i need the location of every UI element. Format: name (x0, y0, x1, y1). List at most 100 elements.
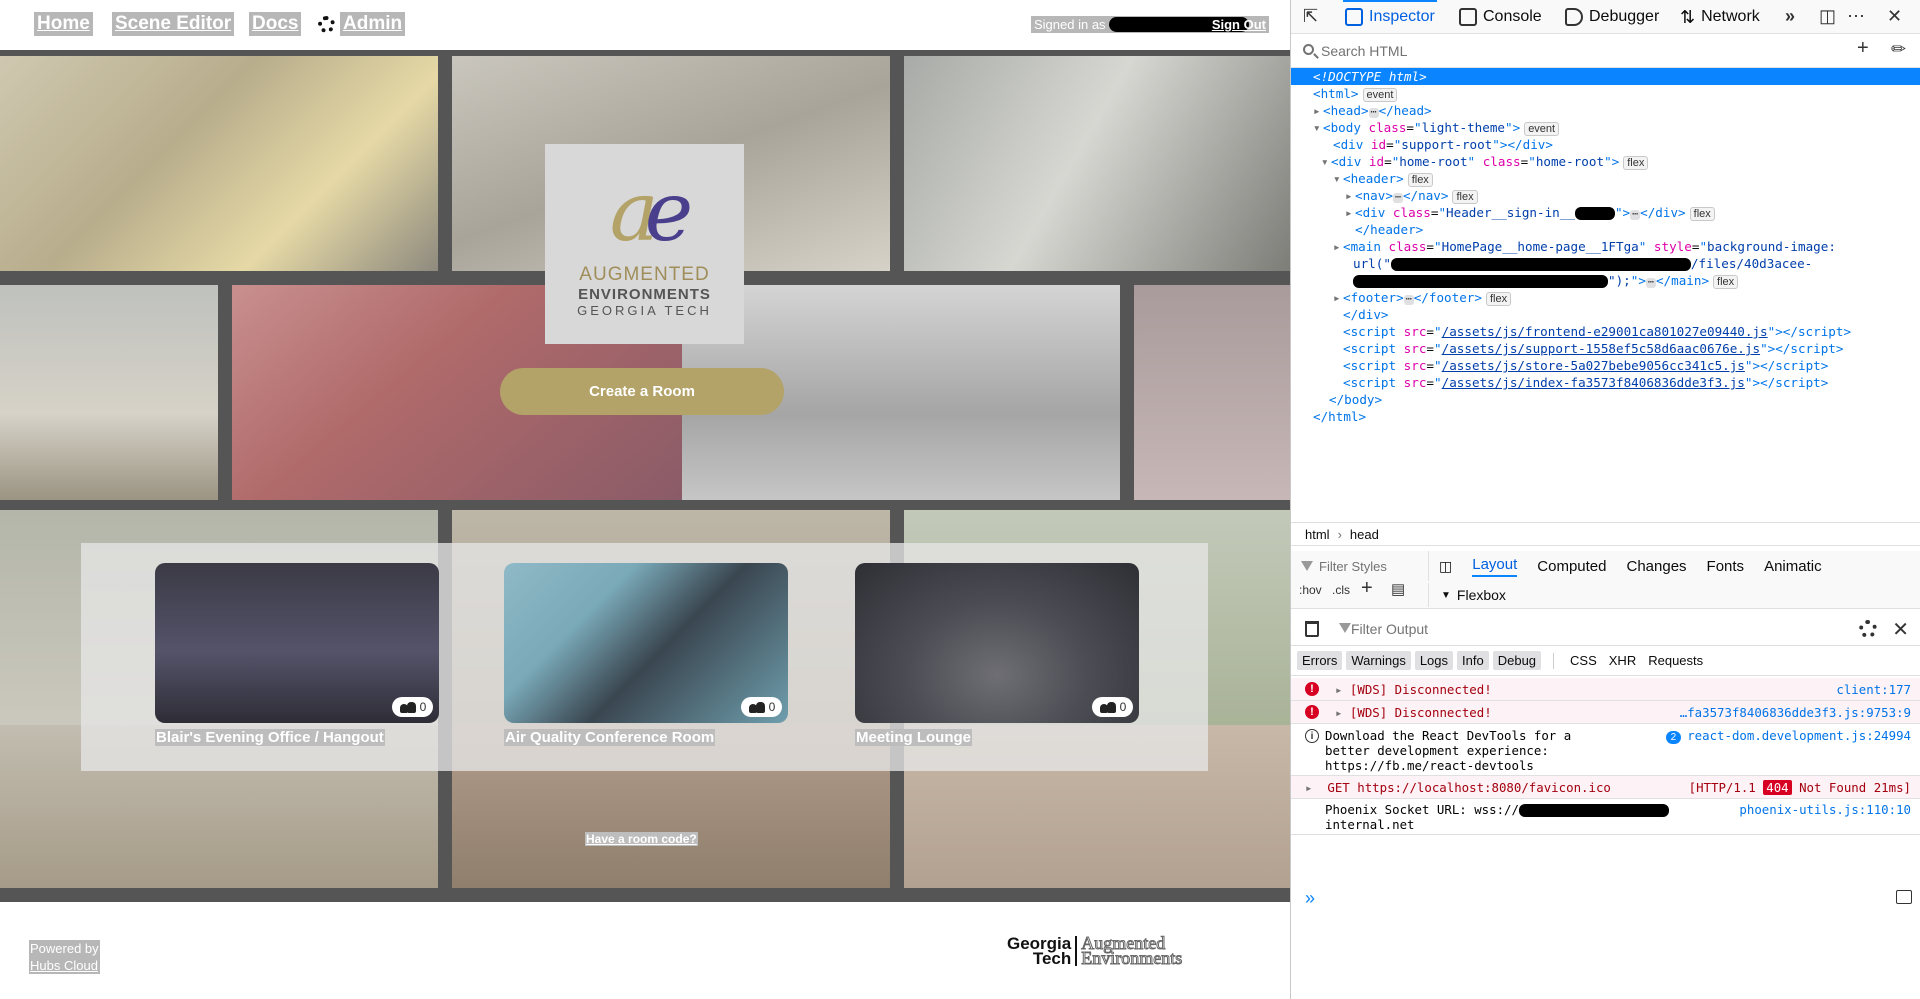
tab-layout[interactable]: Layout (1472, 556, 1518, 577)
nav-admin-link[interactable]: Admin (318, 12, 406, 36)
add-rule-icon[interactable]: + (1361, 578, 1373, 598)
trash-icon[interactable] (1305, 621, 1319, 637)
node-home-root[interactable]: ▾ <div id="home-root" class="home-root"> f… (1291, 153, 1920, 170)
script-src-link[interactable]: /assets/js/support-1558ef5c58d6aac0676e.… (1442, 341, 1760, 356)
node-header[interactable]: ▾ <header> flex (1291, 170, 1920, 187)
collapsed-dots[interactable]: ⋯ (1392, 193, 1403, 203)
tab-fonts[interactable]: Fonts (1707, 558, 1745, 575)
collapsed-dots[interactable]: ⋯ (1368, 108, 1379, 118)
room-thumbnail[interactable]: 0 (504, 563, 788, 723)
console-log-message[interactable]: Phoenix Socket URL: wss:// internal.net … (1291, 799, 1920, 835)
flex-badge[interactable]: flex (1623, 156, 1649, 170)
console-error-message[interactable]: ! ▸ [WDS] Disconnected! …fa3573f8406836d… (1291, 701, 1920, 724)
room-name[interactable]: Meeting Lounge (855, 729, 972, 746)
collapsed-dots[interactable]: ⋯ (1403, 295, 1414, 305)
tab-debugger[interactable]: Debugger (1565, 0, 1659, 34)
node-nav[interactable]: ▸ <nav> ⋯ </nav> flex (1291, 187, 1920, 204)
filter-errors[interactable]: Errors (1297, 651, 1343, 670)
room-code-link[interactable]: Have a room code? (585, 832, 698, 846)
flex-badge[interactable]: flex (1452, 190, 1478, 204)
filter-styles[interactable]: Filter Styles (1301, 555, 1421, 577)
node-script[interactable]: <script src="/assets/js/frontend-e29001c… (1291, 323, 1920, 340)
node-main[interactable]: ▸ <main class="HomePage__home-page__1FTga… (1291, 238, 1920, 255)
search-html-input[interactable] (1321, 41, 1831, 61)
node-body[interactable]: ▾ <body class="light-theme"> event (1291, 119, 1920, 136)
event-badge[interactable]: event (1362, 88, 1398, 102)
room-card[interactable]: 0 Air Quality Conference Room (504, 563, 788, 747)
flexbox-section[interactable]: ▼ Flexbox (1428, 583, 1506, 607)
node-html[interactable]: <html> event (1291, 85, 1920, 102)
close-icon[interactable]: ✕ (1892, 617, 1909, 642)
breadcrumb-head[interactable]: head (1350, 527, 1379, 542)
filter-requests[interactable]: Requests (1644, 651, 1707, 670)
node-support-root[interactable]: <div id="support-root"></div> (1291, 136, 1920, 153)
nav-scene-editor-link[interactable]: Scene Editor (112, 12, 235, 36)
filter-css[interactable]: CSS (1566, 651, 1601, 670)
layout-sidebar-icon[interactable]: ◫ (1439, 558, 1452, 575)
event-badge[interactable]: event (1524, 122, 1560, 136)
room-card[interactable]: 0 Meeting Lounge (855, 563, 1139, 747)
more-tabs-icon[interactable]: » (1785, 7, 1795, 25)
close-devtools-icon[interactable]: ✕ (1887, 7, 1902, 25)
hov-toggle[interactable]: :hov (1299, 583, 1322, 597)
node-head[interactable]: ▸ <head> ⋯ </head> (1291, 102, 1920, 119)
collapsed-dots[interactable]: ⋯ (1645, 278, 1656, 288)
tab-animations[interactable]: Animatic (1764, 558, 1822, 575)
split-console-icon[interactable] (1896, 890, 1912, 904)
dock-icon[interactable]: ◫ (1819, 7, 1836, 25)
create-room-button[interactable]: Create a Room (500, 368, 784, 415)
room-name[interactable]: Blair's Evening Office / Hangout (155, 729, 385, 746)
nav-docs-link[interactable]: Docs (249, 12, 302, 36)
node-doctype[interactable]: <!DOCTYPE html> (1291, 68, 1920, 85)
gear-icon[interactable] (1859, 620, 1877, 638)
filter-warnings[interactable]: Warnings (1346, 651, 1411, 670)
breadcrumb-html[interactable]: html (1305, 527, 1330, 542)
filter-output-input[interactable] (1351, 619, 1751, 639)
message-source-link[interactable]: react-dom.development.js:24994 (1687, 728, 1911, 743)
tab-inspector[interactable]: Inspector (1343, 0, 1437, 34)
menu-dots-icon[interactable]: ⋯ (1847, 7, 1865, 25)
node-footer[interactable]: ▸ <footer> ⋯ </footer> flex (1291, 289, 1920, 306)
tab-changes[interactable]: Changes (1627, 558, 1687, 575)
message-source-link[interactable]: …fa3573f8406836dde3f3.js:9753:9 (1680, 705, 1911, 720)
room-name[interactable]: Air Quality Conference Room (504, 729, 716, 746)
flex-badge[interactable]: flex (1713, 275, 1739, 289)
filter-xhr[interactable]: XHR (1605, 651, 1640, 670)
nav-home-link[interactable]: Home (34, 12, 93, 36)
filter-info[interactable]: Info (1457, 651, 1489, 670)
sign-out-link[interactable]: Sign Out (1212, 17, 1266, 32)
add-node-icon[interactable]: + (1857, 38, 1869, 58)
node-header-close[interactable]: </header> (1291, 221, 1920, 238)
node-script[interactable]: <script src="/assets/js/store-5a027bebe9… (1291, 357, 1920, 374)
node-home-root-close[interactable]: </div> (1291, 306, 1920, 323)
node-body-close[interactable]: </body> (1291, 391, 1920, 408)
tab-console[interactable]: Console (1459, 0, 1542, 34)
node-html-close[interactable]: </html> (1291, 408, 1920, 425)
tab-network[interactable]: ⇅ Network (1680, 0, 1760, 34)
print-media-icon[interactable]: ▤ (1391, 581, 1405, 599)
filter-debug[interactable]: Debug (1492, 651, 1542, 670)
node-signin-div[interactable]: ▸ <div class="Header__sign-in__ "> ⋯ </div> f… (1291, 204, 1920, 221)
filter-logs[interactable]: Logs (1414, 651, 1454, 670)
element-picker-icon[interactable]: ⇱ (1303, 7, 1318, 25)
tab-computed[interactable]: Computed (1537, 558, 1606, 575)
flex-badge[interactable]: flex (1407, 173, 1433, 187)
script-src-link[interactable]: /assets/js/frontend-e29001ca801027e09440… (1442, 324, 1768, 339)
message-source-link[interactable]: phoenix-utils.js:110:10 (1739, 802, 1911, 817)
node-script[interactable]: <script src="/assets/js/index-fa3573f840… (1291, 374, 1920, 391)
flex-badge[interactable]: flex (1485, 292, 1512, 306)
cls-toggle[interactable]: .cls (1332, 583, 1350, 597)
room-thumbnail[interactable]: 0 (855, 563, 1139, 723)
room-thumbnail[interactable]: 0 (155, 563, 439, 723)
console-input-prompt-icon[interactable]: » (1305, 888, 1315, 909)
eyedropper-icon[interactable]: ✏ (1891, 40, 1906, 58)
script-src-link[interactable]: /assets/js/store-5a027bebe9056cc341c5.js (1442, 358, 1745, 373)
message-source-link[interactable]: client:177 (1836, 682, 1911, 697)
script-src-link[interactable]: /assets/js/index-fa3573f8406836dde3f3.js (1442, 375, 1745, 390)
console-error-message[interactable]: ! ▸ [WDS] Disconnected! client:177 (1291, 678, 1920, 701)
collapsed-dots[interactable]: ⋯ (1630, 210, 1641, 220)
node-script[interactable]: <script src="/assets/js/support-1558ef5c… (1291, 340, 1920, 357)
room-card[interactable]: 0 Blair's Evening Office / Hangout (155, 563, 439, 747)
console-network-error[interactable]: ▸ GET https://localhost:8080/favicon.ico… (1291, 776, 1920, 799)
hubs-cloud-link[interactable]: Hubs Cloud (30, 957, 99, 974)
